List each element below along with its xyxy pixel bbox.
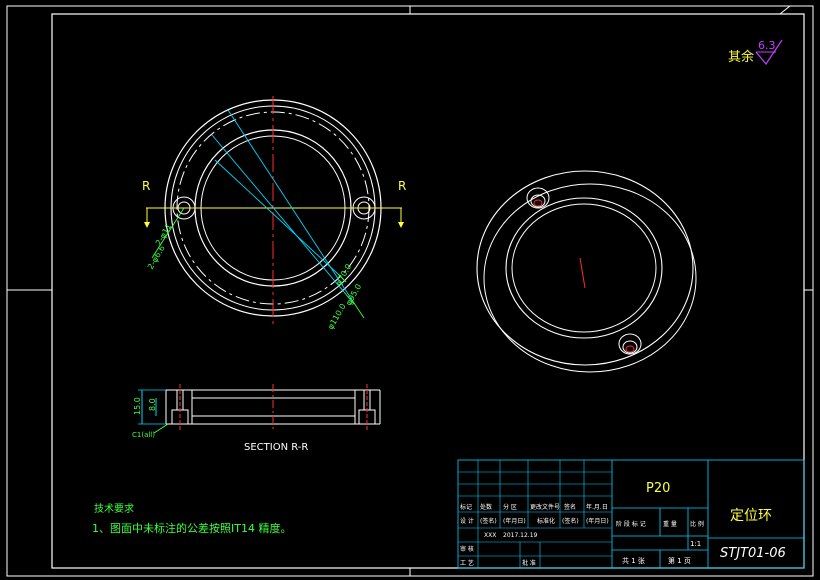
design-date-value: 2017.12.19 [503,532,538,539]
standard-label: 标准化 [537,517,555,525]
standard-date: (年月日) [586,517,609,525]
iso-hole-bottom [618,333,642,355]
section-mark-left: R [142,179,150,193]
designer-name: XXX [484,532,496,539]
iso-hole-bottom-inner [622,340,638,354]
title-part-name: 定位环 [730,508,772,524]
title-material: P20 [646,481,670,496]
title-sheet-no: 第 1 页 [668,556,691,565]
design-sign: (签名) [480,517,497,525]
iso-inner-top [505,197,663,339]
iso-hole-top [526,187,550,209]
surface-finish-prefix: 其余 [728,49,754,65]
row-header-sign: 签名 [564,503,576,511]
section-title: SECTION R-R [244,442,308,453]
tech-req-item-1: 1、图面中未标注的公差按照IT14 精度。 [92,521,291,535]
title-block-grid [458,460,612,568]
iso-outer-bottom [483,183,697,373]
standard-sign: (签名) [562,517,579,525]
process-label: 工 艺 [460,559,474,567]
front-view: R R φ70.0 φ95.0 φ110.0 2-φ11 2-φ6.6 [142,96,406,331]
chamfer-note: C1(all) [132,431,155,439]
stage-header-scale: 比 例 [690,520,704,528]
title-scale: 1:1 [690,540,701,548]
title-drawing-no: STJT01-06 [720,546,786,561]
iso-hole-top-bore [533,199,543,207]
hole-callout-b: 2-φ6.6 [146,244,167,271]
stage-header-mark: 阶 段 标 记 [616,520,646,528]
approve-label: 批 准 [522,559,536,567]
iso-inner-chamfer [511,203,657,333]
iso-center-mark [579,257,586,289]
section-mark-right: R [398,179,406,193]
dim-step: 8.0 [148,398,157,411]
dim-diameter-110: φ110.0 [326,302,348,331]
design-date: (年月日) [503,517,526,525]
dim-leader-2 [211,134,345,293]
section-view: 15.0 8.0 C1(all) SECTION R-R [132,384,381,453]
section-arrowhead-left [144,222,150,228]
surface-finish-value: 6.3 [758,39,776,52]
iso-hole-bottom-bore [625,345,635,353]
dim-leader-3 [214,159,339,275]
stage-header-weight: 重 量 [663,520,677,528]
iso-hole-top-inner [530,194,546,208]
row-header-zone: 分 区 [503,503,517,511]
row-header-date: 年.月.日 [586,503,608,511]
dim-thickness: 15.0 [133,397,142,415]
drawing-canvas: 其余 6.3 R R φ70.0 φ95.0 φ110.0 2-φ11 2-φ6… [6,5,814,577]
title-sheet-total: 共 1 张 [622,556,645,565]
row-header-count: 处数 [480,503,492,511]
outer-border [6,5,814,577]
section-arrowhead-right [398,222,404,228]
isometric-view [476,170,697,373]
chamfer-leader [153,423,169,434]
row-header-change: 更改文件号 [530,503,560,511]
iso-outer-top [476,170,694,366]
row-header-mark: 标记 [460,503,472,511]
tech-req-title: 技术要求 [94,502,134,515]
design-label: 设 计 [460,517,474,525]
inner-frame [51,13,805,569]
corner-mark [779,5,813,15]
review-label: 审 核 [460,545,474,553]
